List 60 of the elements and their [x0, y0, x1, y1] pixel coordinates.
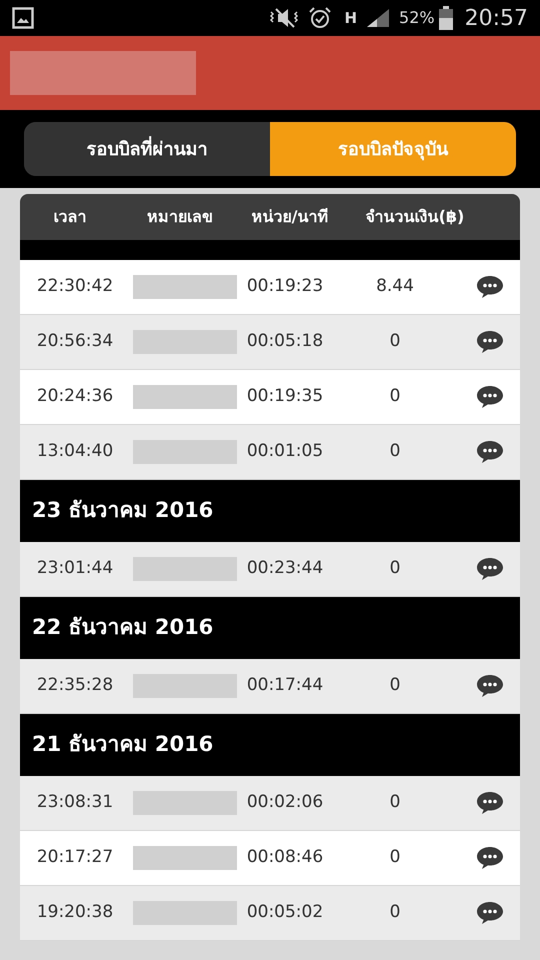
time-cell-text: 20:24:36	[36, 385, 114, 408]
duration-cell-text: 00:01:05	[246, 440, 324, 464]
duration-cell-text: 00:23:44	[246, 557, 324, 580]
chat-bubble-icon[interactable]	[476, 791, 504, 815]
duration-cell-text: 00:08:46	[246, 846, 324, 870]
time-cell-text: 23:01:44	[36, 557, 114, 580]
time-cell-text: 22:35:28	[36, 674, 114, 698]
amount-cell-text: 0	[388, 674, 402, 698]
mute-vibrate-icon	[268, 7, 300, 29]
time-cell-text: 23:08:31	[36, 791, 114, 814]
column-header: เวลา	[52, 206, 88, 228]
time-cell-text: 22:30:42	[36, 275, 114, 298]
column-header: หน่วย/นาที	[250, 206, 330, 228]
clock: 20:57	[464, 4, 528, 32]
call-row[interactable]: 22:30:42 00:19:23 8.44	[20, 260, 520, 315]
amount-cell-text: 0	[388, 901, 402, 924]
chat-bubble-icon[interactable]	[476, 901, 504, 925]
chat-bubble-icon[interactable]	[476, 674, 504, 698]
call-row[interactable]: 20:24:36 00:19:35 0	[20, 370, 520, 425]
column-header: จำนวนเงิน(฿)	[364, 206, 466, 228]
duration-cell-text: 00:02:06	[246, 791, 324, 814]
battery-icon	[438, 6, 453, 30]
chat-bubble-icon[interactable]	[476, 557, 504, 581]
duration-cell-text: 00:05:18	[246, 330, 324, 354]
chat-bubble-icon[interactable]	[476, 440, 504, 464]
chat-bubble-icon[interactable]	[476, 275, 504, 299]
amount-cell-text: 0	[388, 330, 402, 354]
date-label: 21 ธันวาคม 2016	[32, 731, 214, 758]
call-row[interactable]: 23:01:44 00:23:44 0	[20, 542, 520, 597]
amount-cell-text: 0	[388, 440, 402, 464]
amount-cell-text: 8.44	[375, 275, 415, 298]
time-cell-text: 20:56:34	[36, 330, 114, 354]
date-label: 23 ธันวาคม 2016	[32, 497, 214, 524]
column-header: หมายเลข	[146, 206, 214, 228]
call-row[interactable]: 13:04:40 00:01:05 0	[20, 425, 520, 480]
call-row[interactable]: 20:17:27 00:08:46 0	[20, 831, 520, 886]
time-cell-text: 13:04:40	[36, 440, 114, 464]
chat-bubble-icon[interactable]	[476, 846, 504, 870]
amount-cell-text: 0	[388, 791, 402, 814]
chat-bubble-icon[interactable]	[476, 385, 504, 409]
battery-percent: 52%	[399, 7, 435, 29]
call-row[interactable]: 23:08:31 00:02:06 0	[20, 776, 520, 831]
duration-cell-text: 00:05:02	[246, 901, 324, 924]
alarm-icon	[308, 6, 332, 30]
amount-cell-text: 0	[388, 385, 402, 408]
time-cell-text: 19:20:38	[36, 901, 114, 924]
amount-cell-text: 0	[388, 557, 402, 580]
amount-cell-text: 0	[388, 846, 402, 870]
time-cell-text: 20:17:27	[36, 846, 114, 870]
network-type: H	[344, 10, 358, 26]
image-icon	[12, 7, 34, 29]
date-label: 22 ธันวาคม 2016	[32, 614, 214, 642]
duration-cell-text: 00:17:44	[246, 674, 324, 698]
call-row[interactable]: 20:56:34 00:05:18 0	[20, 315, 520, 370]
call-row[interactable]: 22:35:28 00:17:44 0	[20, 659, 520, 714]
duration-cell-text: 00:19:35	[246, 385, 324, 408]
signal-icon	[365, 7, 392, 29]
duration-cell-text: 00:19:23	[246, 275, 324, 298]
chat-bubble-icon[interactable]	[476, 330, 504, 354]
call-row[interactable]: 19:20:38 00:05:02 0	[20, 886, 520, 941]
